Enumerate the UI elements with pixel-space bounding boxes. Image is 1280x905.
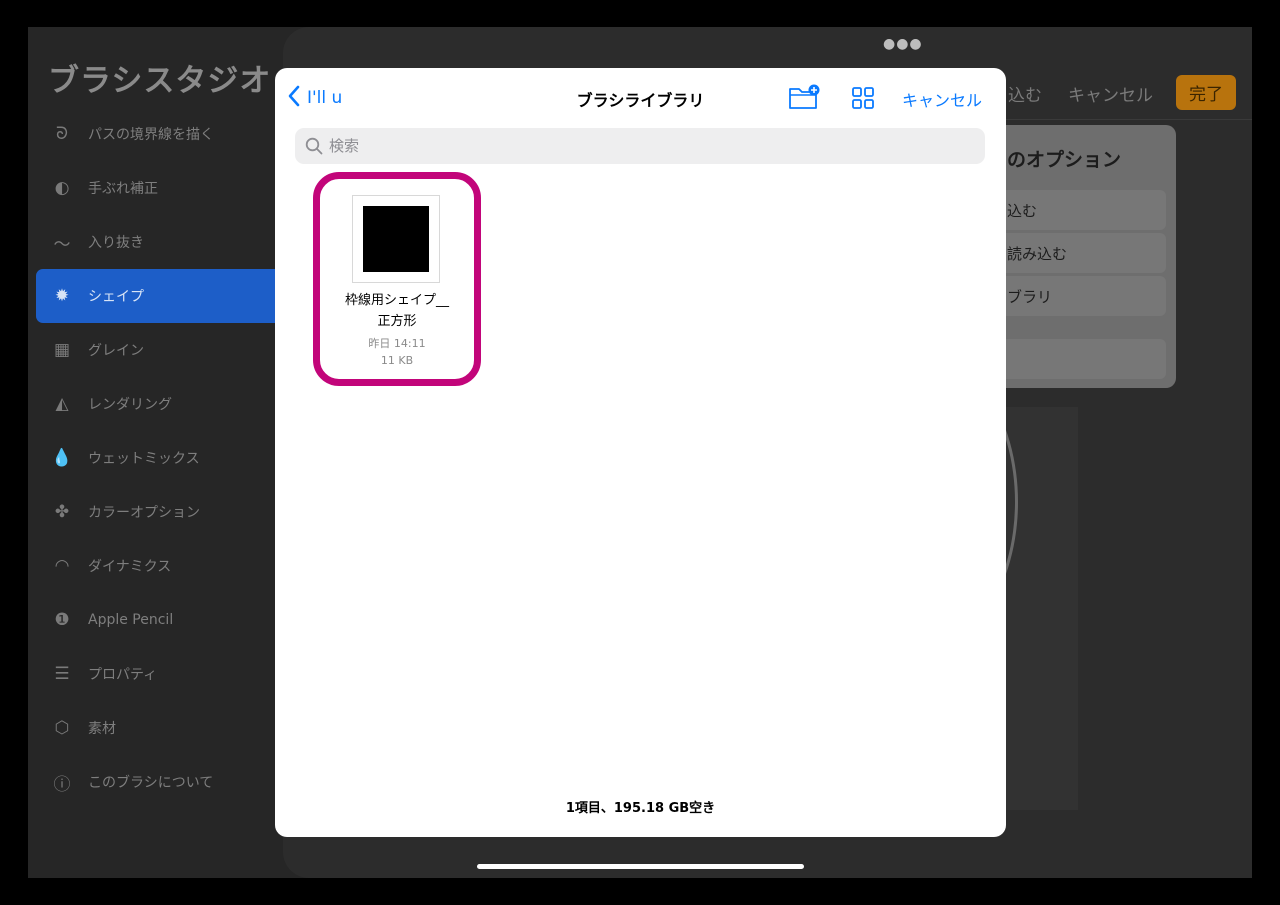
modal-title: ブラシライブラリ xyxy=(576,91,705,110)
search-input[interactable] xyxy=(329,137,929,155)
sidebar-item-label: このブラシについて xyxy=(88,775,214,791)
popover-title: のオプション xyxy=(1007,149,1122,171)
search-icon xyxy=(305,137,323,155)
rendering-icon: ◭ xyxy=(55,394,69,414)
sidebar-item[interactable]: 💧 ウェットミックス xyxy=(36,431,276,485)
sidebar-item[interactable]: ⬡ 素材 xyxy=(36,701,276,755)
brush-studio-sidebar: ᘐ パスの境界線を描く ◐ 手ぶれ補正〜 入り抜き ✹ シェイプ ▦ グレイン ◭ レンダリング 💧 ウ… xyxy=(36,107,276,809)
import-options-popover: のオプション 込む 読み込む ブラリ xyxy=(983,125,1176,388)
sidebar-item[interactable]: ☰ プロパティ xyxy=(36,647,276,701)
stroke-path-icon: ᘐ xyxy=(56,124,68,144)
sidebar-item[interactable]: ⓘ このブラシについて xyxy=(36,755,276,809)
popover-option-import[interactable]: 込む xyxy=(995,190,1166,230)
sidebar-item-label: 素材 xyxy=(88,721,116,737)
sidebar-item[interactable]: 〜 入り抜き xyxy=(36,215,276,269)
sidebar-item-label: Apple Pencil xyxy=(88,612,174,628)
stabilization-icon: ◐ xyxy=(54,178,70,198)
properties-icon: ☰ xyxy=(54,664,70,684)
taper-icon: 〜 xyxy=(53,234,71,255)
sidebar-item[interactable]: ✤ カラーオプション xyxy=(36,485,276,539)
sidebar-item[interactable]: ◭ レンダリング xyxy=(36,377,276,431)
studio-cancel-button[interactable]: キャンセル xyxy=(1068,81,1153,106)
sidebar-item[interactable]: ▦ グレイン xyxy=(36,323,276,377)
grid-view-icon[interactable] xyxy=(851,86,875,110)
sidebar-item-label: パスの境界線を描く xyxy=(88,127,214,143)
sidebar-item-label: プロパティ xyxy=(88,667,158,683)
modal-cancel-button[interactable]: キャンセル xyxy=(902,87,982,111)
file-date: 昨日 14:11 xyxy=(368,337,426,350)
sidebar-item[interactable]: ◐ 手ぶれ補正 xyxy=(36,161,276,215)
file-thumbnail xyxy=(352,195,440,283)
sidebar-item[interactable]: ❶ Apple Pencil xyxy=(36,593,276,647)
shape-icon: ✹ xyxy=(54,286,70,306)
new-folder-icon[interactable] xyxy=(788,84,820,110)
brush-studio-title: ブラシスタジオ xyxy=(48,63,272,99)
wet-mix-icon: 💧 xyxy=(51,448,73,468)
multitask-grabber-icon[interactable]: ●●● xyxy=(883,36,923,52)
home-indicator[interactable] xyxy=(477,864,804,869)
storage-status: 1項目、195.18 GB空き xyxy=(565,801,716,816)
sidebar-item[interactable]: ᘐ パスの境界線を描く xyxy=(36,107,276,161)
done-button[interactable]: 完了 xyxy=(1176,75,1236,110)
square-shape-preview xyxy=(363,206,429,272)
sidebar-item-label: シェイプ xyxy=(88,289,144,305)
sidebar-item-label: カラーオプション xyxy=(88,505,200,521)
header-divider xyxy=(998,119,1252,120)
file-item[interactable]: 枠線用シェイプ__ 正方形 昨日 14:11 11 KB xyxy=(313,172,481,386)
sidebar-item-label: グレイン xyxy=(88,343,144,359)
import-button[interactable]: 込む xyxy=(1008,81,1042,106)
apple-pencil-icon: ❶ xyxy=(54,610,70,630)
sidebar-item-label: 手ぶれ補正 xyxy=(88,181,158,197)
color-dynamics-icon: ✤ xyxy=(54,502,70,522)
popover-option-import-file[interactable]: 読み込む xyxy=(995,233,1166,273)
dynamics-icon: ◠ xyxy=(54,556,70,576)
sidebar-item-label: ダイナミクス xyxy=(88,559,172,575)
sidebar-item[interactable]: ◠ ダイナミクス xyxy=(36,539,276,593)
grain-icon: ▦ xyxy=(53,340,71,360)
brush-library-file-picker: I'll u ブラシライブラリ キャンセル 検索 枠線用シェイプ__ 正方形 昨… xyxy=(275,68,1006,837)
file-size: 11 KB xyxy=(380,354,414,367)
materials-icon: ⬡ xyxy=(54,718,70,738)
file-name: 枠線用シェイプ__ 正方形 xyxy=(344,293,449,329)
sidebar-item-label: ウェットミックス xyxy=(88,451,200,467)
sidebar-item-label: 入り抜き xyxy=(88,235,144,251)
sidebar-item-label: レンダリング xyxy=(88,397,172,413)
popover-option-extra[interactable] xyxy=(995,339,1166,379)
about-brush-icon: ⓘ xyxy=(53,774,71,795)
search-field[interactable] xyxy=(295,128,985,164)
popover-option-library[interactable]: ブラリ xyxy=(995,276,1166,316)
sidebar-item[interactable]: ✹ シェイプ xyxy=(36,269,276,323)
